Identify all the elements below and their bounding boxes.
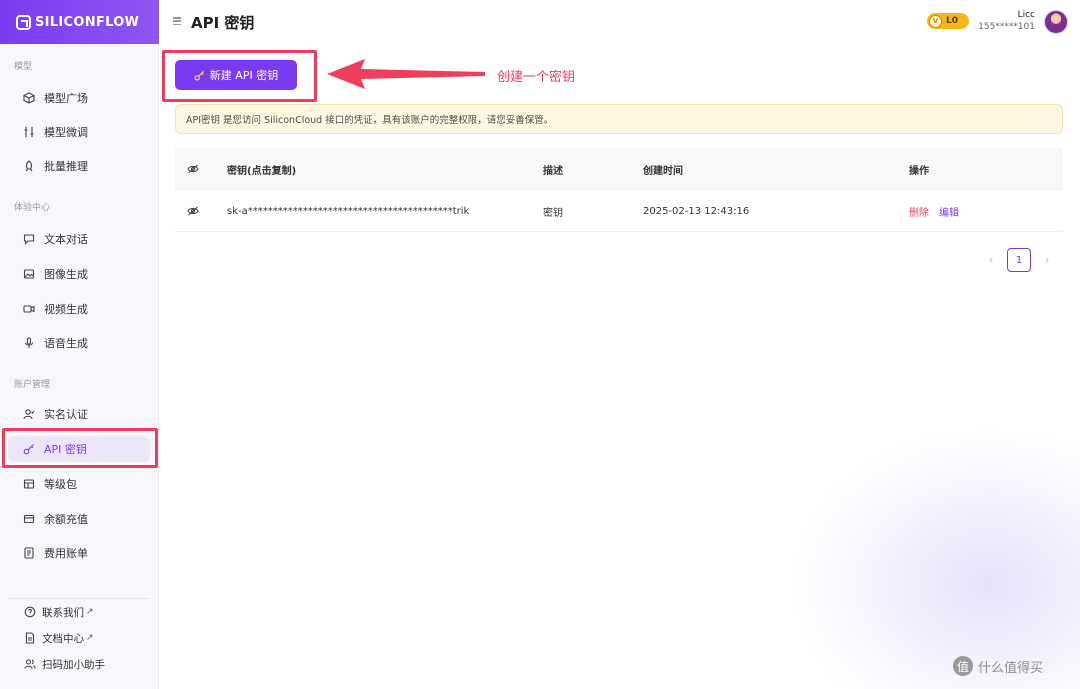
sidebar: SILICONFLOW 模型 模型广场 模型微调 批量推理 体验中心 文本对话 …	[0, 0, 159, 689]
app-window: SILICONFLOW 模型 模型广场 模型微调 批量推理 体验中心 文本对话 …	[0, 0, 1080, 689]
sidebar-link-label: 扫码加小助手	[42, 658, 105, 671]
user-check-icon	[22, 407, 36, 421]
section-label-account: 账户管理	[14, 380, 51, 390]
sidebar-item-label: 图像生成	[44, 268, 88, 281]
sidebar-item-label: 费用账单	[44, 547, 88, 560]
sidebar-item-billing[interactable]: 费用账单	[8, 540, 150, 566]
pagination: ‹ 1 ›	[981, 248, 1057, 272]
watermark: 值 什么值得买	[953, 656, 1043, 676]
sidebar-item-verification[interactable]: 实名认证	[8, 401, 150, 427]
sidebar-item-label: 语音生成	[44, 337, 88, 350]
sidebar-item-label: 批量推理	[44, 160, 88, 173]
siliconflow-logo-icon	[16, 14, 31, 30]
external-link-icon: ↗	[86, 633, 94, 643]
key-icon	[194, 70, 205, 81]
sidebar-item-label: 文本对话	[44, 233, 88, 246]
wallet-icon	[22, 512, 36, 526]
api-key-value[interactable]: sk-a************************************…	[227, 190, 527, 232]
watermark-badge: 值	[953, 656, 973, 676]
users-icon	[24, 658, 36, 670]
eye-off-icon[interactable]	[187, 148, 207, 190]
video-icon	[22, 302, 36, 316]
package-icon	[22, 477, 36, 491]
bill-icon	[22, 546, 36, 560]
sidebar-item-label: 模型微调	[44, 126, 88, 139]
page-title: API 密钥	[191, 14, 255, 32]
sidebar-link-assistant[interactable]: 扫码加小助手	[8, 653, 150, 675]
section-label-models: 模型	[14, 62, 33, 72]
column-header-action: 操作	[909, 165, 929, 177]
tune-icon	[22, 125, 36, 139]
brand-name: SILICONFLOW	[35, 14, 140, 30]
column-header-key: 密钥(点击复制)	[227, 165, 297, 177]
sidebar-item-video-gen[interactable]: 视频生成	[8, 296, 150, 322]
sidebar-item-level-package[interactable]: 等级包	[8, 471, 150, 497]
edit-button[interactable]: 编辑	[939, 204, 959, 219]
sidebar-link-label: 文档中心	[42, 632, 84, 645]
sidebar-item-image-gen[interactable]: 图像生成	[8, 261, 150, 287]
mic-icon	[22, 336, 36, 350]
sidebar-item-model-square[interactable]: 模型广场	[8, 85, 150, 111]
annotation-highlight-sidebar	[2, 428, 158, 468]
section-label-playground: 体验中心	[14, 203, 51, 213]
rocket-icon	[22, 159, 36, 173]
sidebar-item-label: 等级包	[44, 478, 77, 491]
sidebar-link-docs[interactable]: 文档中心 ↗	[8, 627, 150, 649]
api-key-created-time: 2025-02-13 12:43:16	[643, 205, 750, 217]
column-header-desc: 描述	[543, 165, 563, 177]
help-circle-icon	[24, 606, 36, 618]
document-icon	[24, 632, 36, 644]
sidebar-item-label: 实名认证	[44, 408, 88, 421]
delete-button[interactable]: 删除	[909, 204, 929, 219]
row-actions: 删除 编辑	[909, 190, 1029, 232]
top-header: API 密钥 V L0 Licc 155*****101	[159, 0, 1080, 44]
create-api-key-button[interactable]: 新建 API 密钥	[175, 60, 297, 90]
sidebar-item-fine-tune[interactable]: 模型微调	[8, 119, 150, 145]
sidebar-item-text-chat[interactable]: 文本对话	[8, 226, 150, 252]
sidebar-link-contact[interactable]: 联系我们 ↗	[8, 601, 150, 623]
sidebar-item-label: 模型广场	[44, 92, 88, 105]
avatar[interactable]	[1044, 10, 1068, 34]
sidebar-item-label: 视频生成	[44, 303, 88, 316]
user-info[interactable]: Licc 155*****101	[977, 9, 1035, 33]
annotation-arrow-icon	[327, 59, 485, 89]
sidebar-link-label: 联系我们	[42, 606, 84, 619]
page-number[interactable]: 1	[1007, 248, 1031, 272]
menu-toggle-icon[interactable]	[173, 17, 181, 25]
external-link-icon: ↗	[86, 607, 94, 617]
level-badge[interactable]: V L0	[927, 13, 969, 29]
image-icon	[22, 267, 36, 281]
user-phone: 155*****101	[978, 22, 1035, 32]
sidebar-item-voice-gen[interactable]: 语音生成	[8, 330, 150, 356]
eye-off-icon[interactable]	[187, 190, 207, 232]
sidebar-divider	[8, 598, 150, 599]
user-name: Licc	[1017, 10, 1035, 20]
watermark-text: 什么值得买	[978, 660, 1044, 676]
medal-icon: V	[929, 14, 942, 28]
sidebar-item-recharge[interactable]: 余额充值	[8, 506, 150, 532]
next-page-icon[interactable]: ›	[1037, 249, 1057, 271]
api-key-desc: 密钥	[543, 207, 563, 219]
column-header-time: 创建时间	[643, 165, 683, 177]
api-key-table: 密钥(点击复制) 描述 创建时间 操作 sk-a****************…	[175, 148, 1063, 232]
chat-icon	[22, 232, 36, 246]
cube-icon	[22, 91, 36, 105]
main-content: 新建 API 密钥 创建一个密钥 API密钥 是您访问 SiliconCloud…	[159, 44, 1080, 689]
annotation-text: 创建一个密钥	[497, 70, 576, 85]
brand-logo[interactable]: SILICONFLOW	[0, 0, 159, 44]
table-row: sk-a************************************…	[175, 190, 1063, 232]
notice-banner: API密钥 是您访问 SiliconCloud 接口的凭证，具有该账户的完整权限…	[175, 104, 1063, 134]
table-header-row: 密钥(点击复制) 描述 创建时间 操作	[175, 148, 1063, 190]
prev-page-icon[interactable]: ‹	[981, 249, 1001, 271]
sidebar-item-batch-inference[interactable]: 批量推理	[8, 153, 150, 179]
sidebar-item-label: 余额充值	[44, 513, 88, 526]
level-label: L0	[946, 16, 958, 26]
create-button-label: 新建 API 密钥	[209, 69, 279, 82]
